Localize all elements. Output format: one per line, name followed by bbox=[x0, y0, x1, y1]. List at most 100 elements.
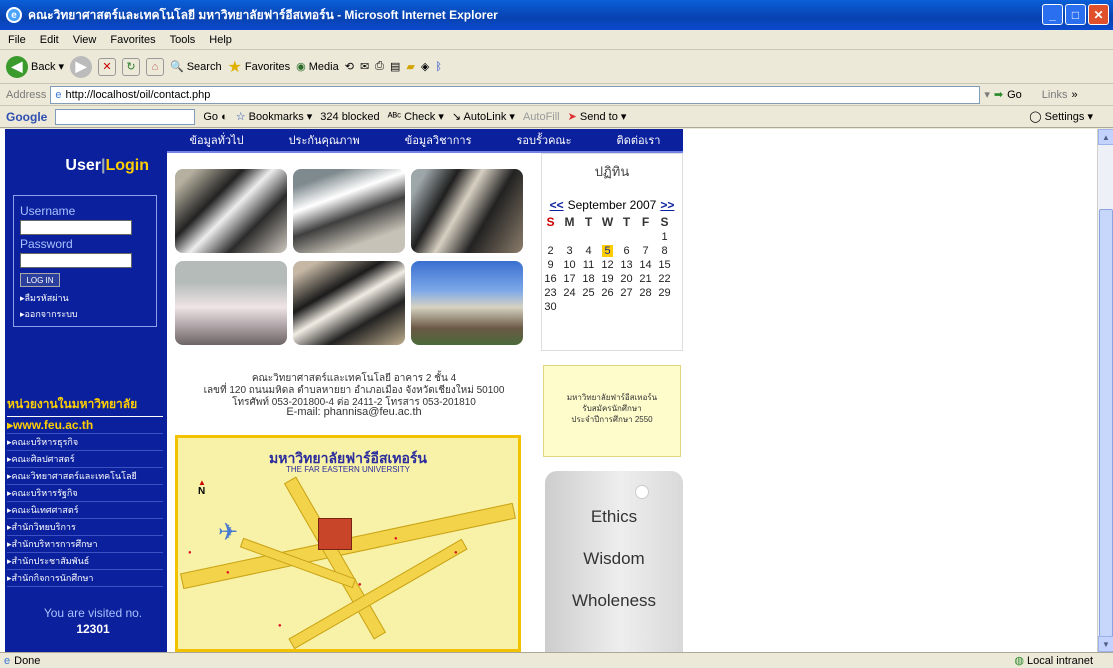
history-icon[interactable]: ⟲ bbox=[345, 60, 354, 73]
messenger-icon[interactable]: ◈ bbox=[421, 60, 429, 73]
browser-toolbar: ◀ Back ▾ ▶ ✕ ↻ ⌂ 🔍 Search ★ Favorites ◉ Medi… bbox=[0, 50, 1113, 84]
scroll-up-icon[interactable]: ▲ bbox=[1098, 129, 1113, 145]
calendar-day[interactable]: 2 bbox=[547, 245, 553, 257]
autolink-button[interactable]: ↘ AutoLink ▾ bbox=[452, 110, 515, 123]
calendar-prev-link[interactable]: << bbox=[550, 198, 564, 212]
calendar-day[interactable]: 25 bbox=[582, 287, 594, 299]
unit-link[interactable]: ▸สำนักกิจการนักศึกษา bbox=[7, 570, 163, 587]
unit-link[interactable]: ▸สำนักบริหารการศึกษา bbox=[7, 536, 163, 553]
unit-link[interactable]: ▸คณะนิเทศศาสตร์ bbox=[7, 502, 163, 519]
unit-link[interactable]: ▸สำนักประชาสัมพันธ์ bbox=[7, 553, 163, 570]
vertical-scrollbar[interactable]: ▲ ▼ bbox=[1097, 129, 1113, 652]
calendar-day[interactable]: 29 bbox=[658, 287, 670, 299]
sendto-button[interactable]: ➤ Send to ▾ bbox=[568, 110, 627, 123]
edit-icon[interactable]: ▤ bbox=[390, 60, 400, 73]
folder-icon[interactable]: ▰ bbox=[406, 60, 414, 73]
google-search-input[interactable] bbox=[55, 108, 196, 125]
nav-contact-us[interactable]: ติดต่อเรา bbox=[617, 131, 661, 149]
nav-academic-info[interactable]: ข้อมูลวิชาการ bbox=[405, 131, 472, 149]
calendar-day[interactable]: 9 bbox=[547, 259, 553, 271]
calendar-day[interactable]: 17 bbox=[563, 273, 575, 285]
calendar-day[interactable]: 16 bbox=[544, 273, 556, 285]
calendar-day[interactable]: 23 bbox=[544, 287, 556, 299]
forward-button[interactable]: ▶ bbox=[70, 55, 92, 78]
calendar-day[interactable]: 8 bbox=[661, 245, 667, 257]
chevron-right-icon[interactable]: » bbox=[1071, 89, 1077, 101]
home-icon[interactable]: ⌂ bbox=[146, 57, 164, 76]
calendar-day[interactable]: 15 bbox=[658, 259, 670, 271]
go-arrow-icon[interactable]: ➡ bbox=[994, 88, 1003, 101]
calendar-day[interactable]: 21 bbox=[639, 273, 651, 285]
calendar-day[interactable]: 18 bbox=[582, 273, 594, 285]
links-button[interactable]: Links bbox=[1042, 89, 1068, 101]
go-button[interactable]: Go bbox=[1007, 89, 1022, 101]
menu-file[interactable]: File bbox=[8, 34, 26, 46]
autofill-button[interactable]: AutoFill bbox=[523, 111, 560, 123]
menu-view[interactable]: View bbox=[73, 34, 97, 46]
calendar-day[interactable]: 5 bbox=[602, 245, 613, 257]
calendar-day[interactable]: 10 bbox=[563, 259, 575, 271]
unit-link[interactable]: ▸คณะบริหารรัฐกิจ bbox=[7, 485, 163, 502]
popup-blocked-button[interactable]: 324 blocked bbox=[320, 111, 379, 123]
admission-banner[interactable]: มหาวิทยาลัยฟาร์อีสเทอร์น รับสมัครนักศึกษ… bbox=[543, 365, 681, 457]
calendar-day[interactable]: 7 bbox=[642, 245, 648, 257]
calendar-day[interactable]: 27 bbox=[620, 287, 632, 299]
minimize-button[interactable]: _ bbox=[1042, 4, 1063, 25]
url-input[interactable]: e http://localhost/oil/contact.php bbox=[50, 85, 981, 104]
calendar-day[interactable]: 20 bbox=[620, 273, 632, 285]
stop-icon[interactable]: ✕ bbox=[98, 57, 116, 76]
calendar-day[interactable]: 13 bbox=[620, 259, 632, 271]
close-button[interactable]: ✕ bbox=[1088, 4, 1109, 25]
google-go-button[interactable]: Go ◐ bbox=[203, 111, 227, 123]
bluetooth-icon[interactable]: ᛒ bbox=[435, 61, 442, 73]
calendar-day[interactable]: 30 bbox=[544, 301, 556, 313]
bookmarks-button[interactable]: ☆ Bookmarks ▾ bbox=[236, 110, 313, 123]
mail-icon[interactable]: ✉ bbox=[360, 60, 369, 73]
unit-link[interactable]: ▸คณะวิทยาศาสตร์และเทคโนโลยี bbox=[7, 468, 163, 485]
menu-edit[interactable]: Edit bbox=[40, 34, 59, 46]
menu-tools[interactable]: Tools bbox=[170, 34, 196, 46]
unit-link[interactable]: ▸คณะศิลปศาสตร์ bbox=[7, 451, 163, 468]
calendar-day[interactable]: 28 bbox=[639, 287, 651, 299]
nav-quality-assurance[interactable]: ประกันคุณภาพ bbox=[289, 131, 360, 149]
spellcheck-button[interactable]: ᴬᴮᶜ Check ▾ bbox=[388, 110, 444, 123]
media-button[interactable]: ◉ Media bbox=[296, 60, 339, 74]
calendar-next-link[interactable]: >> bbox=[660, 198, 674, 212]
login-button[interactable]: LOG IN bbox=[20, 273, 60, 287]
forgot-password-link[interactable]: ▸ลืมรหัสผ่าน bbox=[20, 291, 150, 305]
calendar-day[interactable]: 12 bbox=[601, 259, 613, 271]
address-dropdown-icon[interactable]: ▾ bbox=[984, 88, 990, 101]
calendar-weekday: F bbox=[641, 215, 650, 229]
nav-general-info[interactable]: ข้อมูลทั่วไป bbox=[190, 131, 244, 149]
password-input[interactable] bbox=[20, 253, 132, 268]
username-input[interactable] bbox=[20, 220, 132, 235]
unit-link[interactable]: ▸คณะบริหารธุรกิจ bbox=[7, 434, 163, 451]
unit-link[interactable]: ▸สำนักวิทยบริการ bbox=[7, 519, 163, 536]
scroll-thumb[interactable] bbox=[1099, 209, 1113, 637]
maximize-button[interactable]: □ bbox=[1065, 4, 1086, 25]
favorites-button[interactable]: ★ Favorites bbox=[228, 57, 291, 77]
calendar-month: September 2007 bbox=[567, 198, 657, 212]
unit-link[interactable]: ▸www.feu.ac.th bbox=[7, 417, 163, 434]
search-button[interactable]: 🔍 Search bbox=[170, 60, 222, 74]
calendar-day[interactable]: 6 bbox=[623, 245, 629, 257]
settings-button[interactable]: ◯ Settings ▾ bbox=[1029, 110, 1093, 123]
calendar-day[interactable]: 26 bbox=[601, 287, 613, 299]
refresh-icon[interactable]: ↻ bbox=[122, 57, 140, 76]
calendar-day[interactable]: 1 bbox=[661, 231, 667, 243]
calendar-day[interactable]: 14 bbox=[639, 259, 651, 271]
logout-link[interactable]: ▸ออกจากระบบ bbox=[20, 307, 150, 321]
calendar-day[interactable]: 3 bbox=[566, 245, 572, 257]
nav-around-faculty[interactable]: รอบรั้วคณะ bbox=[516, 131, 571, 149]
calendar-day[interactable]: 19 bbox=[601, 273, 613, 285]
calendar-day[interactable]: 11 bbox=[583, 259, 594, 271]
menu-help[interactable]: Help bbox=[209, 34, 232, 46]
calendar-day[interactable]: 24 bbox=[563, 287, 575, 299]
scroll-down-icon[interactable]: ▼ bbox=[1098, 636, 1113, 652]
menu-favorites[interactable]: Favorites bbox=[110, 34, 155, 46]
calendar-day[interactable]: 22 bbox=[658, 273, 670, 285]
map-landmark bbox=[394, 536, 400, 542]
print-icon[interactable]: ⎙ bbox=[375, 60, 384, 73]
calendar-day[interactable]: 4 bbox=[585, 245, 591, 257]
back-button[interactable]: ◀ Back ▾ bbox=[6, 55, 64, 78]
